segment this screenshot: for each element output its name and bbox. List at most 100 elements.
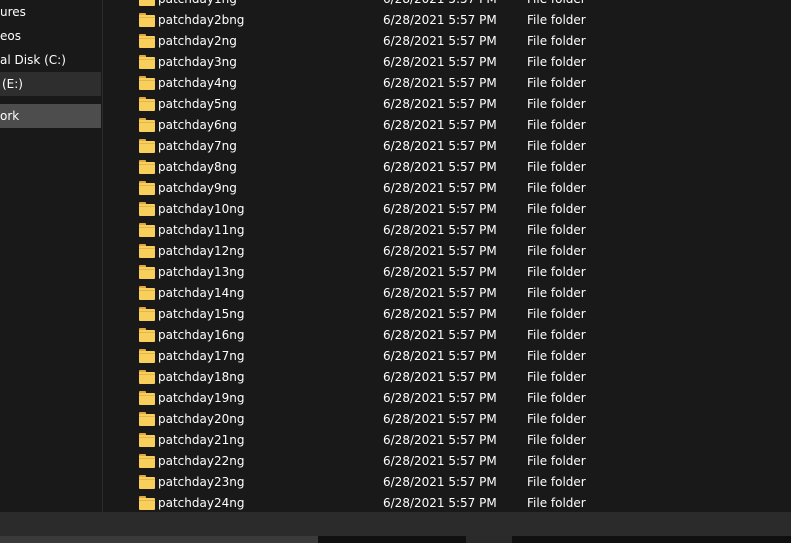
file-date-modified: 6/28/2021 5:57 PM bbox=[383, 181, 497, 195]
file-row[interactable]: patchday7ng 6/28/2021 5:57 PM File folder bbox=[103, 136, 791, 157]
file-name: patchday10ng bbox=[158, 202, 245, 216]
file-row[interactable]: patchday10ng 6/28/2021 5:57 PM File folder bbox=[103, 199, 791, 220]
file-name: patchday9ng bbox=[158, 181, 237, 195]
file-date-modified: 6/28/2021 5:57 PM bbox=[383, 160, 497, 174]
file-type: File folder bbox=[527, 139, 586, 153]
file-name: patchday7ng bbox=[158, 139, 237, 153]
file-row[interactable]: patchday18ng 6/28/2021 5:57 PM File folder bbox=[103, 367, 791, 388]
file-name: patchday23ng bbox=[158, 475, 245, 489]
file-date-modified: 6/28/2021 5:57 PM bbox=[383, 286, 497, 300]
file-date-modified: 6/28/2021 5:57 PM bbox=[383, 55, 497, 69]
file-row[interactable]: patchday2ng 6/28/2021 5:57 PM File folder bbox=[103, 31, 791, 52]
file-type: File folder bbox=[527, 307, 586, 321]
file-name: patchday5ng bbox=[158, 97, 237, 111]
file-row[interactable]: patchday15ng 6/28/2021 5:57 PM File folder bbox=[103, 304, 791, 325]
folder-icon bbox=[139, 55, 155, 69]
file-name: patchday20ng bbox=[158, 412, 245, 426]
file-date-modified: 6/28/2021 5:57 PM bbox=[383, 13, 497, 27]
file-row[interactable]: patchday13ng 6/28/2021 5:57 PM File folder bbox=[103, 262, 791, 283]
nav-item-drive-e[interactable]: (E:) bbox=[0, 72, 101, 96]
folder-icon bbox=[139, 0, 155, 6]
file-type: File folder bbox=[527, 475, 586, 489]
nav-item-label: (E:) bbox=[2, 77, 23, 91]
nav-item-label: ork bbox=[0, 109, 20, 123]
file-name: patchday16ng bbox=[158, 328, 245, 342]
file-row[interactable]: patchday4ng 6/28/2021 5:57 PM File folder bbox=[103, 73, 791, 94]
file-row[interactable]: patchday20ng 6/28/2021 5:57 PM File folder bbox=[103, 409, 791, 430]
status-bar bbox=[0, 512, 791, 536]
file-type: File folder bbox=[527, 0, 586, 10]
file-row[interactable]: patchday8ng 6/28/2021 5:57 PM File folder bbox=[103, 157, 791, 178]
file-date-modified: 6/28/2021 5:57 PM bbox=[383, 97, 497, 111]
file-type: File folder bbox=[527, 433, 586, 447]
file-row[interactable]: patchday2bng 6/28/2021 5:57 PM File folder bbox=[103, 10, 791, 31]
file-date-modified: 6/28/2021 5:57 PM bbox=[383, 0, 497, 10]
folder-icon bbox=[139, 307, 155, 321]
folder-icon bbox=[139, 391, 155, 405]
file-row[interactable]: patchday16ng 6/28/2021 5:57 PM File folder bbox=[103, 325, 791, 346]
file-type: File folder bbox=[527, 496, 586, 510]
file-date-modified: 6/28/2021 5:57 PM bbox=[383, 475, 497, 489]
file-row[interactable]: patchday1ng 6/28/2021 5:57 PM File folder bbox=[103, 0, 791, 10]
nav-item-videos[interactable]: eos bbox=[0, 24, 101, 48]
file-name: patchday3ng bbox=[158, 55, 237, 69]
folder-icon bbox=[139, 13, 155, 27]
file-name: patchday18ng bbox=[158, 370, 245, 384]
folder-icon bbox=[139, 349, 155, 363]
file-date-modified: 6/28/2021 5:57 PM bbox=[383, 76, 497, 90]
file-row[interactable]: patchday6ng 6/28/2021 5:57 PM File folder bbox=[103, 115, 791, 136]
taskbar-button[interactable] bbox=[0, 536, 318, 543]
file-row[interactable]: patchday14ng 6/28/2021 5:57 PM File folder bbox=[103, 283, 791, 304]
file-name: patchday1ng bbox=[158, 0, 237, 10]
file-date-modified: 6/28/2021 5:57 PM bbox=[383, 349, 497, 363]
file-row[interactable]: patchday17ng 6/28/2021 5:57 PM File folder bbox=[103, 346, 791, 367]
folder-icon bbox=[139, 202, 155, 216]
file-type: File folder bbox=[527, 223, 586, 237]
file-row[interactable]: patchday21ng 6/28/2021 5:57 PM File folder bbox=[103, 430, 791, 451]
taskbar bbox=[0, 536, 791, 543]
file-name: patchday13ng bbox=[158, 265, 245, 279]
file-row[interactable]: patchday3ng 6/28/2021 5:57 PM File folder bbox=[103, 52, 791, 73]
file-type: File folder bbox=[527, 265, 586, 279]
folder-icon bbox=[139, 496, 155, 510]
nav-item-pictures[interactable]: ures bbox=[0, 0, 101, 24]
nav-item-local-disk-c[interactable]: al Disk (C:) bbox=[0, 48, 101, 72]
file-type: File folder bbox=[527, 34, 586, 48]
folder-icon bbox=[139, 244, 155, 258]
file-row[interactable]: patchday11ng 6/28/2021 5:57 PM File folder bbox=[103, 220, 791, 241]
file-name: patchday24ng bbox=[158, 496, 245, 510]
folder-icon bbox=[139, 223, 155, 237]
file-date-modified: 6/28/2021 5:57 PM bbox=[383, 139, 497, 153]
file-date-modified: 6/28/2021 5:57 PM bbox=[383, 307, 497, 321]
file-row[interactable]: patchday9ng 6/28/2021 5:57 PM File folder bbox=[103, 178, 791, 199]
file-type: File folder bbox=[527, 13, 586, 27]
file-type: File folder bbox=[527, 349, 586, 363]
folder-icon bbox=[139, 475, 155, 489]
file-name: patchday14ng bbox=[158, 286, 245, 300]
file-type: File folder bbox=[527, 328, 586, 342]
folder-icon bbox=[139, 454, 155, 468]
file-type: File folder bbox=[527, 412, 586, 426]
file-row[interactable]: patchday22ng 6/28/2021 5:57 PM File folder bbox=[103, 451, 791, 472]
folder-icon bbox=[139, 433, 155, 447]
file-name: patchday2ng bbox=[158, 34, 237, 48]
folder-icon bbox=[139, 118, 155, 132]
file-row[interactable]: patchday5ng 6/28/2021 5:57 PM File folder bbox=[103, 94, 791, 115]
file-row[interactable]: patchday23ng 6/28/2021 5:57 PM File folder bbox=[103, 472, 791, 493]
file-row[interactable]: patchday12ng 6/28/2021 5:57 PM File folder bbox=[103, 241, 791, 262]
navigation-pane: ures eos al Disk (C:) (E:) ork bbox=[0, 0, 103, 512]
file-name: patchday17ng bbox=[158, 349, 245, 363]
folder-icon bbox=[139, 97, 155, 111]
file-date-modified: 6/28/2021 5:57 PM bbox=[383, 118, 497, 132]
file-row[interactable]: patchday24ng 6/28/2021 5:57 PM File folder bbox=[103, 493, 791, 512]
file-date-modified: 6/28/2021 5:57 PM bbox=[383, 496, 497, 510]
file-list: patchday1ng6/28/2021 5:57 PMFile folderp… bbox=[103, 0, 791, 512]
file-type: File folder bbox=[527, 181, 586, 195]
taskbar-button[interactable] bbox=[466, 536, 512, 543]
file-name: patchday8ng bbox=[158, 160, 237, 174]
file-name: patchday11ng bbox=[158, 223, 245, 237]
folder-icon bbox=[139, 160, 155, 174]
file-name: patchday4ng bbox=[158, 76, 237, 90]
nav-item-network[interactable]: ork bbox=[0, 104, 101, 128]
file-row[interactable]: patchday19ng 6/28/2021 5:57 PM File folder bbox=[103, 388, 791, 409]
